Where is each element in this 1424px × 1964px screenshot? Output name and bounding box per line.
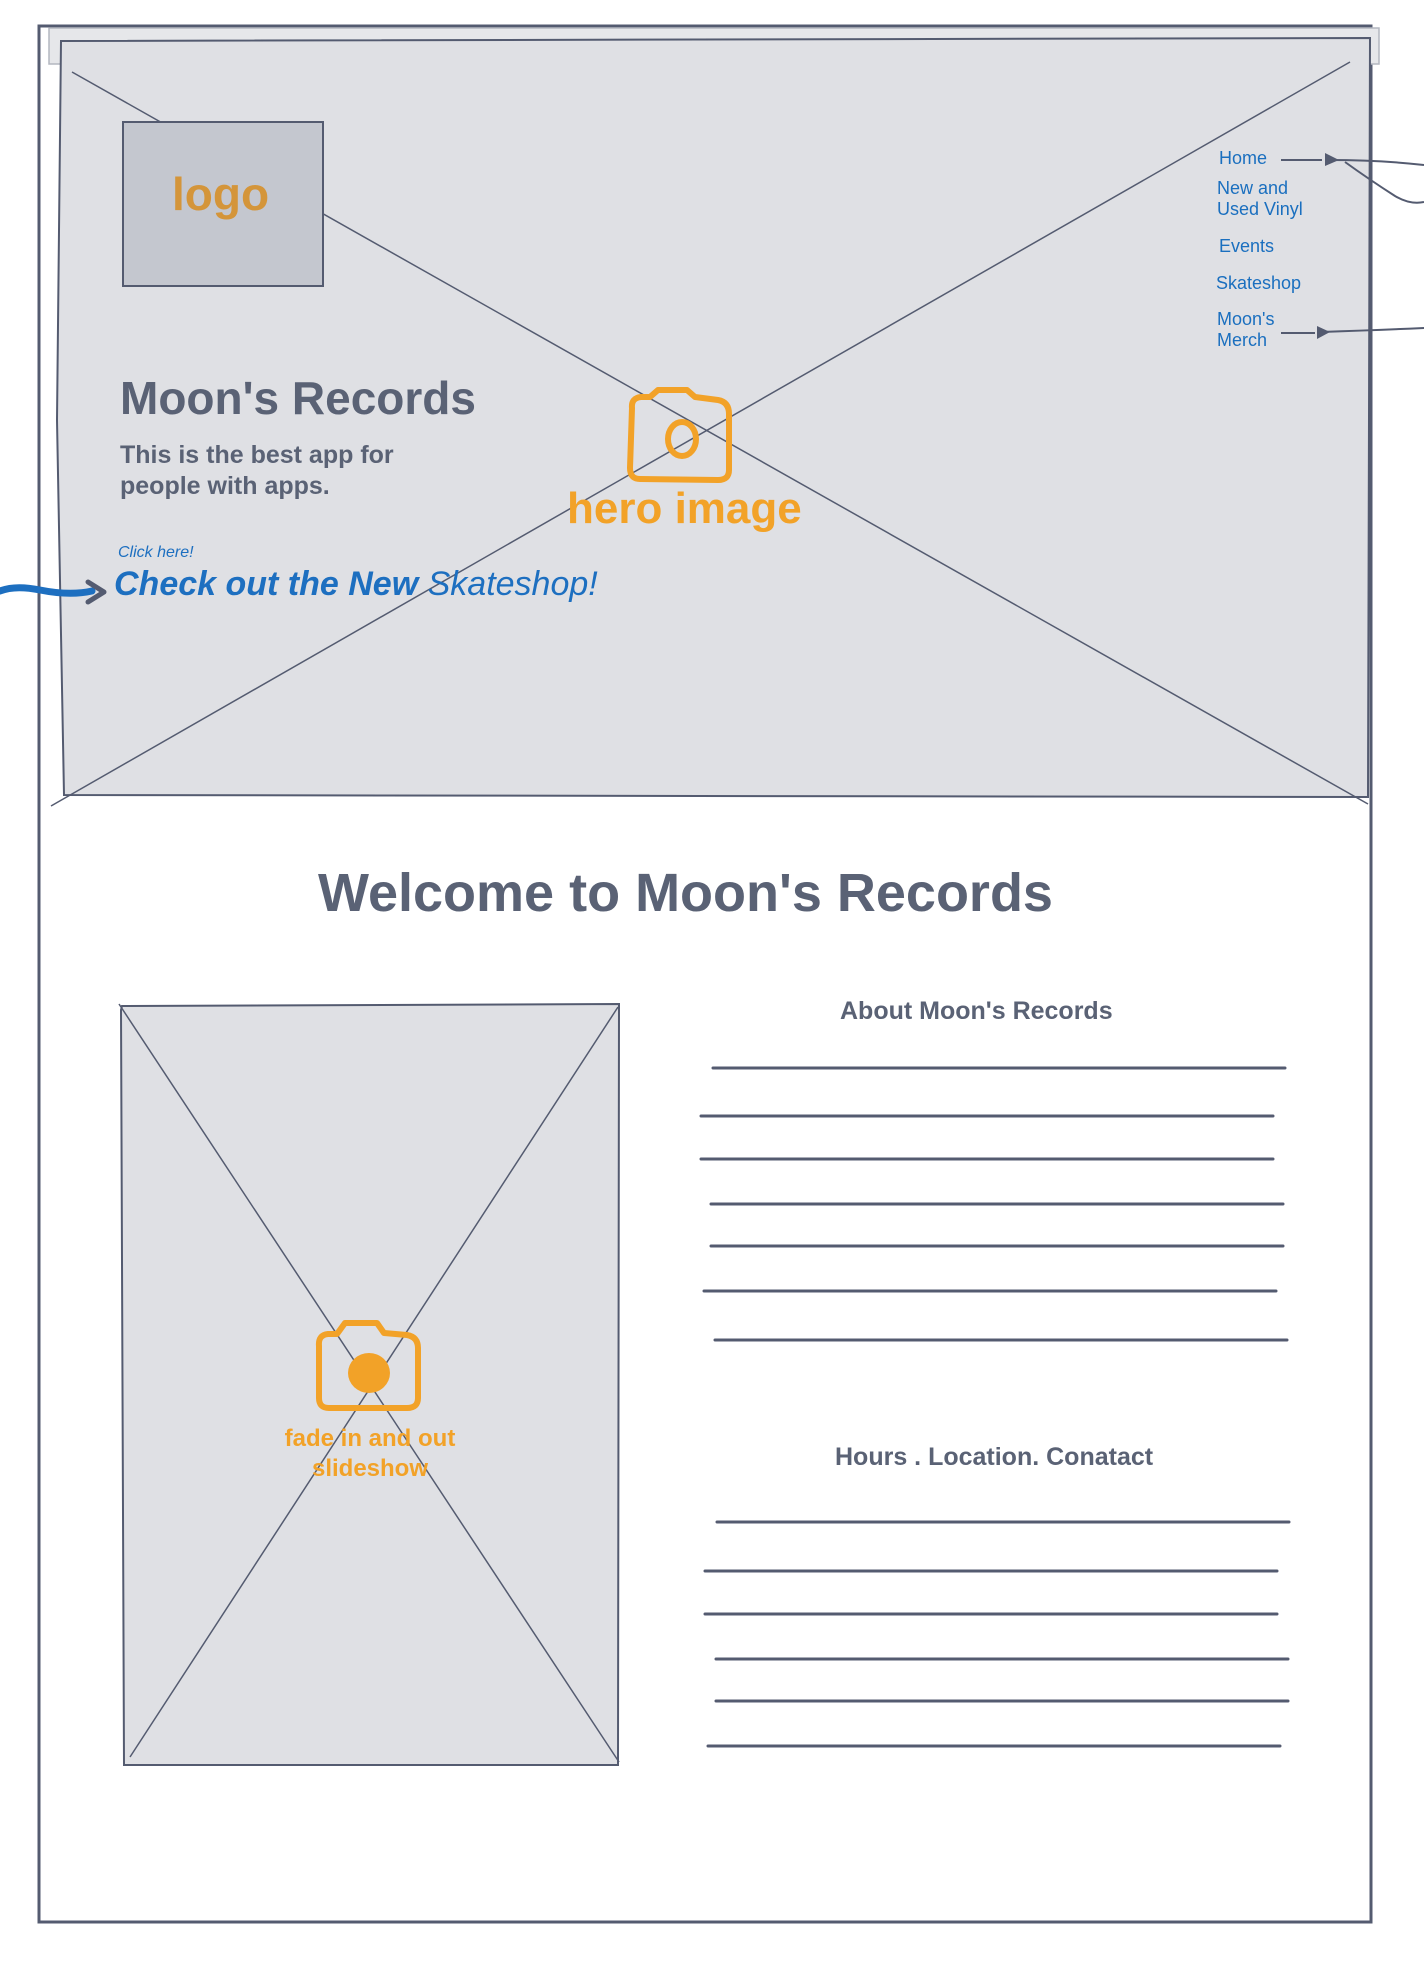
welcome-heading: Welcome to Moon's Records <box>318 863 1053 923</box>
cta-rest-text: Skateshop! <box>418 565 598 603</box>
about-heading: About Moon's Records <box>840 997 1113 1025</box>
logo-label[interactable]: logo <box>172 167 269 221</box>
cta-bold-text: Check out the New <box>114 565 419 603</box>
tagline: This is the best app for people with app… <box>120 441 394 500</box>
nav-item-events[interactable]: Events <box>1219 236 1274 257</box>
nav-item-merch[interactable]: Moon's Merch <box>1217 309 1285 351</box>
click-here-hint: Click here! <box>118 544 194 561</box>
wireframe-canvas <box>0 24 1424 1924</box>
slideshow-label: fade in and out slideshow <box>284 1425 456 1482</box>
contact-heading: Hours . Location. Conatact <box>835 1443 1154 1471</box>
nav-item-vinyl[interactable]: New and Used Vinyl <box>1217 178 1317 220</box>
hero-image-label: hero image <box>567 484 802 533</box>
skateshop-cta-link[interactable]: Check out the New Skateshop! <box>114 565 598 604</box>
nav-item-home[interactable]: Home <box>1219 148 1267 169</box>
brand-title: Moon's Records <box>120 372 476 424</box>
nav-item-skateshop[interactable]: Skateshop <box>1216 273 1301 294</box>
